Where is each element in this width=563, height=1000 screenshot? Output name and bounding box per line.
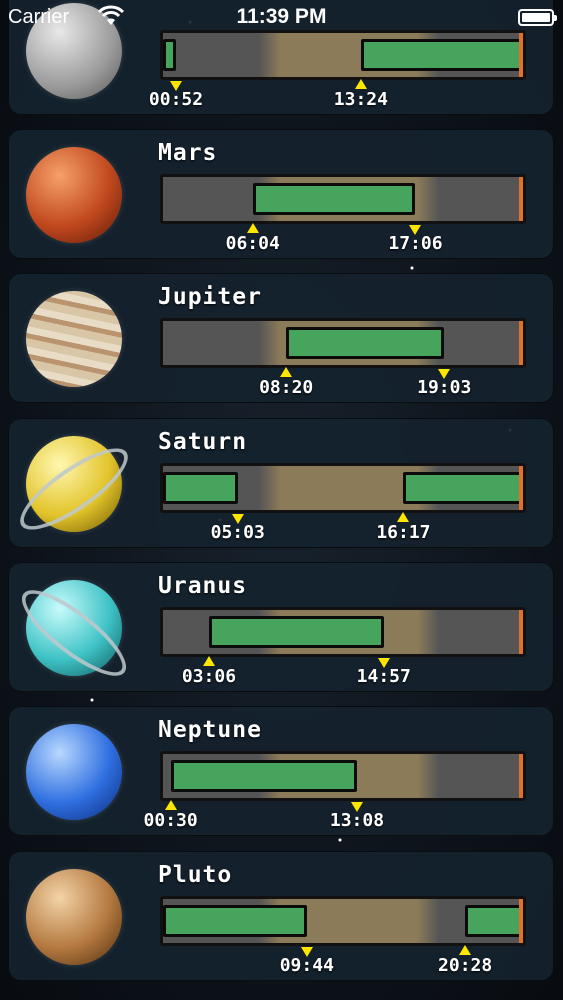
rise-time-marker: [280, 367, 293, 377]
status-bar: Carrier 11:39 PM: [0, 0, 563, 36]
visible-period-bar: [252, 183, 416, 215]
rise-time-marker: [459, 945, 472, 955]
rise-time-label: 13:24: [333, 89, 388, 110]
planet-row[interactable]: Saturn 16:17 05:03: [8, 418, 554, 548]
rise-time-label: 08:20: [259, 377, 314, 398]
current-time-marker: [519, 321, 523, 365]
visibility-timeline: [160, 751, 526, 801]
current-time-marker: [519, 466, 523, 510]
visibility-timeline: [160, 463, 526, 513]
visible-period-bar: [163, 905, 307, 937]
rise-time-label: 06:04: [225, 233, 280, 254]
planet-name: Saturn: [158, 429, 248, 455]
rise-time-label: 03:06: [181, 666, 237, 687]
visible-period-bar: [286, 327, 445, 359]
planet-row[interactable]: Mars 06:04 17:06: [8, 129, 554, 259]
set-time-label: 19:03: [417, 377, 472, 398]
rise-time-marker: [397, 512, 410, 522]
planet-row[interactable]: Pluto 20:28 09:44: [8, 851, 554, 981]
visibility-timeline: [160, 318, 526, 368]
planet-row[interactable]: Jupiter 08:20 19:03: [8, 273, 554, 403]
pluto-icon: [26, 869, 122, 965]
visibility-timeline: [160, 607, 526, 657]
current-time-marker: [519, 754, 523, 798]
set-time-label: 13:08: [329, 810, 385, 831]
set-time-label: 09:44: [279, 955, 334, 976]
rise-time-marker: [246, 223, 259, 233]
clock: 11:39 PM: [236, 5, 327, 28]
visible-period-bar: [403, 472, 523, 504]
visibility-timeline: [160, 174, 526, 224]
planet-row[interactable]: Uranus 03:06 14:57: [8, 562, 554, 692]
set-time-label: 05:03: [210, 522, 265, 543]
current-time-marker: [519, 899, 523, 943]
current-time-marker: [519, 610, 523, 654]
set-time-label: 00:52: [148, 89, 204, 110]
rise-time-label: 16:17: [376, 522, 431, 543]
visible-period-bar: [163, 472, 238, 504]
jupiter-icon: [26, 291, 122, 387]
planet-list[interactable]: 13:24 00:52 Mars 06:04 17:06 Jupiter 08:20 19:0…: [0, 0, 563, 1000]
set-time-label: 14:57: [356, 666, 411, 687]
visible-period-bar: [208, 616, 384, 648]
visible-period-bar: [170, 760, 357, 792]
current-time-marker: [519, 177, 523, 221]
rise-time-marker: [202, 656, 215, 666]
planet-name: Uranus: [158, 573, 248, 599]
rise-time-marker: [164, 800, 177, 810]
visible-period-bar: [465, 905, 523, 937]
visibility-timeline: [160, 30, 526, 80]
battery-icon: [518, 9, 557, 26]
set-time-label: 17:06: [388, 233, 443, 254]
planet-name: Neptune: [158, 717, 262, 743]
planet-name: Mars: [158, 140, 218, 166]
visibility-timeline: [160, 896, 526, 946]
planet-name: Jupiter: [158, 284, 262, 310]
rise-time-marker: [354, 79, 367, 89]
visible-period-bar: [163, 39, 177, 71]
planet-name: Pluto: [158, 862, 233, 888]
visible-period-bar: [360, 39, 523, 71]
rise-time-label: 00:30: [143, 810, 198, 831]
rise-time-label: 20:28: [438, 955, 493, 976]
mars-icon: [26, 147, 122, 243]
current-time-marker: [519, 33, 523, 77]
neptune-icon: [26, 724, 122, 820]
planet-row[interactable]: Neptune 00:30 13:08: [8, 706, 554, 836]
